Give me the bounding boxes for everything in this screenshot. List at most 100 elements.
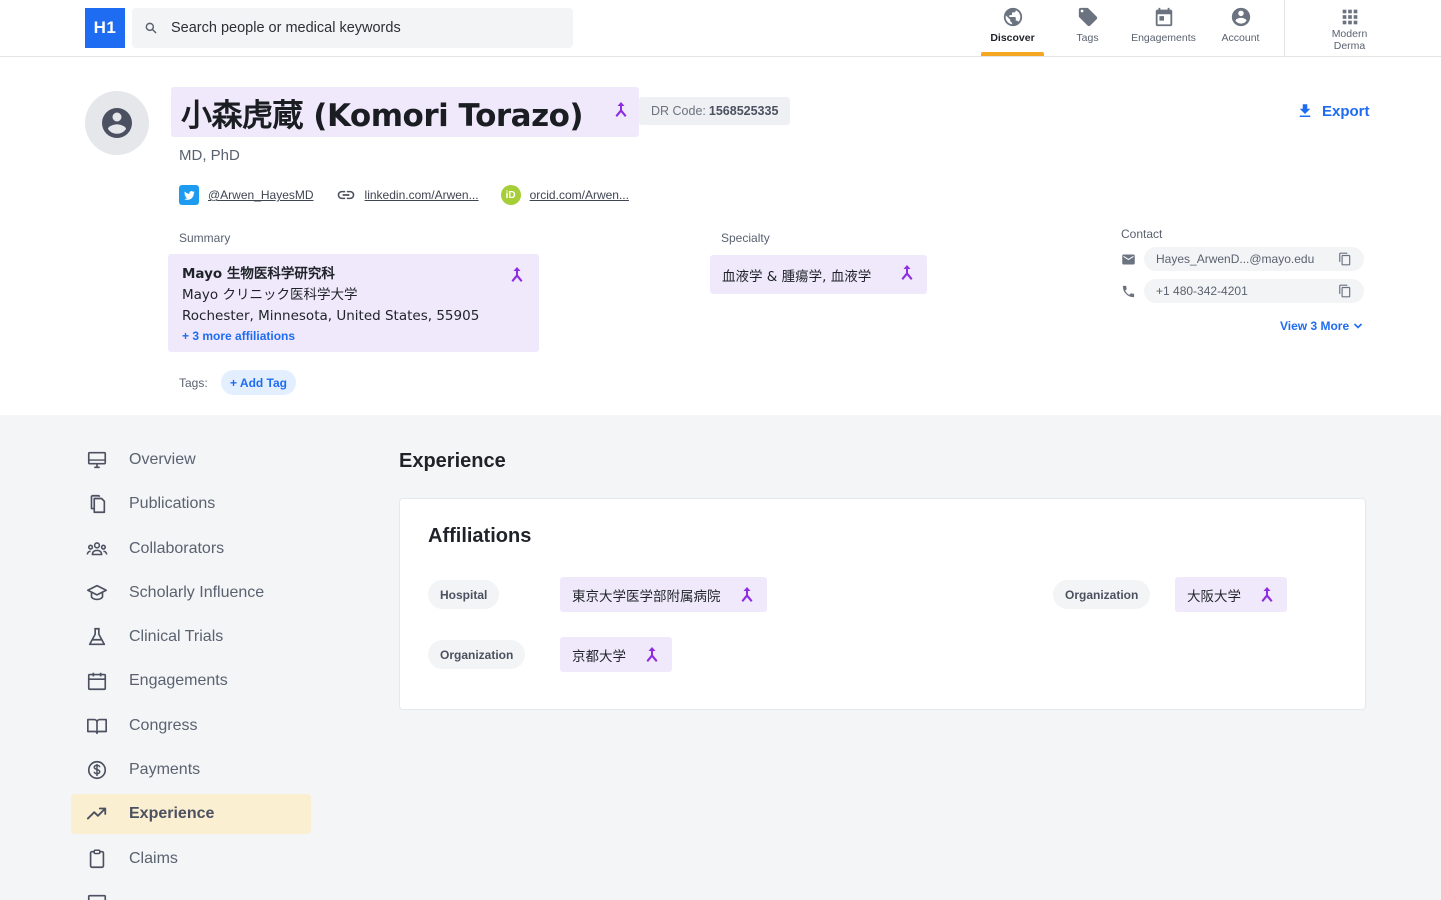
search-bar[interactable]: Search people or medical keywords <box>132 8 573 48</box>
social-links: @Arwen_HayesMD linkedin.com/Arwen... iD … <box>179 185 651 205</box>
merge-icon[interactable] <box>509 266 525 291</box>
contact-label: Contact <box>1121 227 1163 241</box>
phone-icon <box>1122 285 1135 297</box>
sidebar-item-claims[interactable]: Claims <box>71 839 311 879</box>
sidebar-item-label: Congress <box>129 716 198 734</box>
nav-account-label: Account <box>1221 32 1260 44</box>
sidebar-item-congress[interactable]: Congress <box>71 706 311 746</box>
profile-sidenav: Overview Publications Collaborators Scho… <box>71 440 311 900</box>
specialty-value: 血液学 & 腫瘍学, 血液学 <box>722 268 872 285</box>
apps-grid-icon <box>1342 9 1357 25</box>
merge-icon[interactable] <box>613 101 629 124</box>
phone-row: +1 480-342-4201 <box>1121 279 1364 303</box>
nav-divider <box>1284 0 1285 56</box>
twitter-link[interactable]: @Arwen_HayesMD <box>179 185 314 205</box>
affiliation-pill[interactable]: 大阪大学 <box>1175 577 1287 612</box>
sidebar-item-experience[interactable]: Experience <box>71 794 311 835</box>
profile-degree: MD, PhD <box>179 147 240 164</box>
affiliation-pill[interactable]: 京都大学 <box>560 637 672 672</box>
sidebar-item-collaborators[interactable]: Collaborators <box>71 529 311 569</box>
sidebar-item-label: Payments <box>129 761 201 779</box>
add-tag-button[interactable]: + Add Tag <box>221 370 296 395</box>
sidebar-item-label: Collaborators <box>129 539 225 557</box>
flask-icon <box>88 628 106 646</box>
merge-icon[interactable] <box>1259 586 1275 604</box>
email-field[interactable]: Hayes_ArwenD...@mayo.edu <box>1144 247 1364 271</box>
summary-location: Rochester, Minnesota, United States, 559… <box>182 308 480 324</box>
sidebar-item-partial <box>71 883 311 900</box>
linkedin-url[interactable]: linkedin.com/Arwen... <box>365 188 479 202</box>
affiliations-card: Affiliations Hospital 東京大学医学部附属病院 Organi… <box>399 498 1366 710</box>
summary-card: Mayo 生物医科学研究科 Mayo クリニック医科学大学 Rochester,… <box>168 254 539 352</box>
search-placeholder[interactable]: Search people or medical keywords <box>171 20 401 36</box>
sidebar-item-publications[interactable]: Publications <box>71 484 311 524</box>
summary-label: Summary <box>179 231 231 245</box>
nav-modern-derma[interactable]: Modern Derma <box>1312 0 1387 56</box>
sidebar-item-engagements[interactable]: Engagements <box>71 661 311 701</box>
partial-icon <box>87 894 107 900</box>
summary-institution: Mayo クリニック医科学大学 <box>182 287 358 303</box>
nav-modern-derma-label: Modern Derma <box>1331 28 1368 52</box>
affiliation-name: 大阪大学 <box>1187 588 1241 605</box>
nav-account[interactable]: Account <box>1202 0 1279 56</box>
summary-organization: Mayo 生物医科学研究科 <box>182 266 335 282</box>
person-icon <box>102 108 132 138</box>
email-value: Hayes_ArwenD...@mayo.edu <box>1156 252 1315 266</box>
dr-code-badge: DR Code: 1568525335 <box>639 97 791 125</box>
clipboard-icon <box>89 849 105 868</box>
export-label: Export <box>1322 102 1370 120</box>
affiliation-name: 東京大学医学部附属病院 <box>572 588 721 605</box>
linkedin-link[interactable]: linkedin.com/Arwen... <box>336 185 479 205</box>
card-title: Affiliations <box>428 525 532 547</box>
merge-icon[interactable] <box>739 586 755 604</box>
nav-discover[interactable]: Discover <box>975 0 1050 56</box>
copy-icon[interactable] <box>1338 252 1352 266</box>
specialty-label: Specialty <box>721 231 770 245</box>
orcid-link[interactable]: iD orcid.com/Arwen... <box>500 185 629 205</box>
sidebar-item-payments[interactable]: Payments <box>71 750 311 790</box>
twitter-handle[interactable]: @Arwen_HayesMD <box>208 188 314 202</box>
copy-icon[interactable] <box>1338 284 1352 298</box>
sidebar-item-label: Engagements <box>129 672 228 690</box>
dollar-circle-icon <box>87 761 107 780</box>
specialty-pill: 血液学 & 腫瘍学, 血液学 <box>710 255 927 294</box>
nav-discover-label: Discover <box>990 32 1035 44</box>
book-open-icon <box>87 718 107 734</box>
orcid-url[interactable]: orcid.com/Arwen... <box>530 188 629 202</box>
nav-engagements[interactable]: Engagements <box>1125 0 1202 56</box>
sidebar-item-overview[interactable]: Overview <box>71 440 311 480</box>
merge-icon[interactable] <box>899 264 915 286</box>
tags-label: Tags: <box>179 376 208 390</box>
orcid-icon: iD <box>500 185 521 205</box>
phone-field[interactable]: +1 480-342-4201 <box>1144 279 1364 303</box>
globe-icon <box>1003 7 1022 27</box>
link-icon <box>336 185 356 205</box>
more-affiliations-link[interactable]: + 3 more affiliations <box>182 327 525 345</box>
main-nav: Discover Tags Engagements Account Modern… <box>975 0 1387 56</box>
profile-name-box: 小森虎蔵 (Komori Torazo) <box>171 87 640 137</box>
page-title: Experience <box>399 450 506 472</box>
nav-tags-label: Tags <box>1076 32 1099 44</box>
top-navigation-bar: H1 Search people or medical keywords Dis… <box>0 0 1441 57</box>
monitor-icon <box>87 451 107 469</box>
view-more-label: View 3 More <box>1280 319 1350 333</box>
view-more-contacts-button[interactable]: View 3 More <box>1280 319 1363 333</box>
graduation-cap-icon <box>87 584 107 601</box>
sidebar-item-label: Overview <box>129 451 196 468</box>
documents-icon <box>90 495 106 514</box>
trending-up-icon <box>86 807 107 820</box>
sidebar-item-clinical-trials[interactable]: Clinical Trials <box>71 617 311 657</box>
merge-icon[interactable] <box>644 646 660 664</box>
email-icon <box>1122 254 1135 264</box>
people-group-icon <box>86 541 108 555</box>
download-icon <box>1299 104 1311 117</box>
profile-header: 小森虎蔵 (Komori Torazo) DR Code: 1568525335… <box>0 57 1441 415</box>
avatar <box>85 91 149 155</box>
tag-icon <box>1078 7 1097 27</box>
export-button[interactable]: Export <box>1296 102 1370 120</box>
affiliation-pill[interactable]: 東京大学医学部附属病院 <box>560 577 767 612</box>
h1-logo[interactable]: H1 <box>85 8 125 48</box>
nav-engagements-label: Engagements <box>1131 32 1196 44</box>
sidebar-item-scholarly-influence[interactable]: Scholarly Influence <box>71 573 311 613</box>
nav-tags[interactable]: Tags <box>1050 0 1125 56</box>
